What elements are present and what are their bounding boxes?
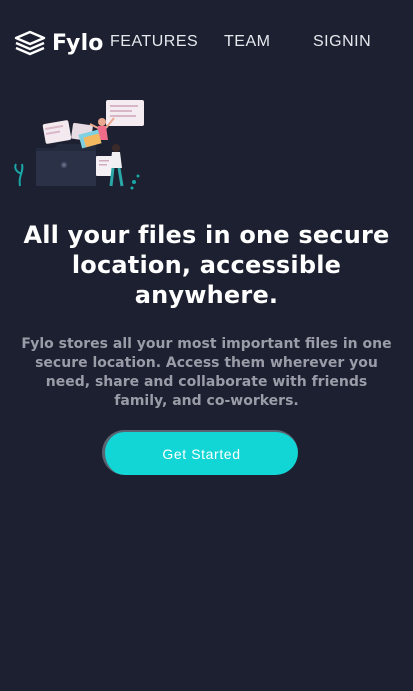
stacked-layers-icon [14, 30, 46, 56]
logo[interactable]: Fylo [14, 30, 104, 56]
top-navigation: Fylo FEATURES TEAM SIGNIN [14, 30, 399, 60]
nav-link-features[interactable]: FEATURES [110, 33, 198, 51]
files-illustration [14, 96, 149, 196]
nav-link-team[interactable]: TEAM [224, 33, 270, 51]
hero-headline: All your files in one secure location, a… [23, 221, 390, 309]
logo-text: Fylo [52, 30, 104, 56]
nav-link-signin[interactable]: SIGNIN [313, 33, 371, 51]
hero-subtext: Fylo stores all your most important file… [21, 336, 392, 409]
get-started-button[interactable]: Get Started [102, 430, 298, 475]
landing-page: Fylo FEATURES TEAM SIGNIN All your files… [0, 0, 413, 691]
